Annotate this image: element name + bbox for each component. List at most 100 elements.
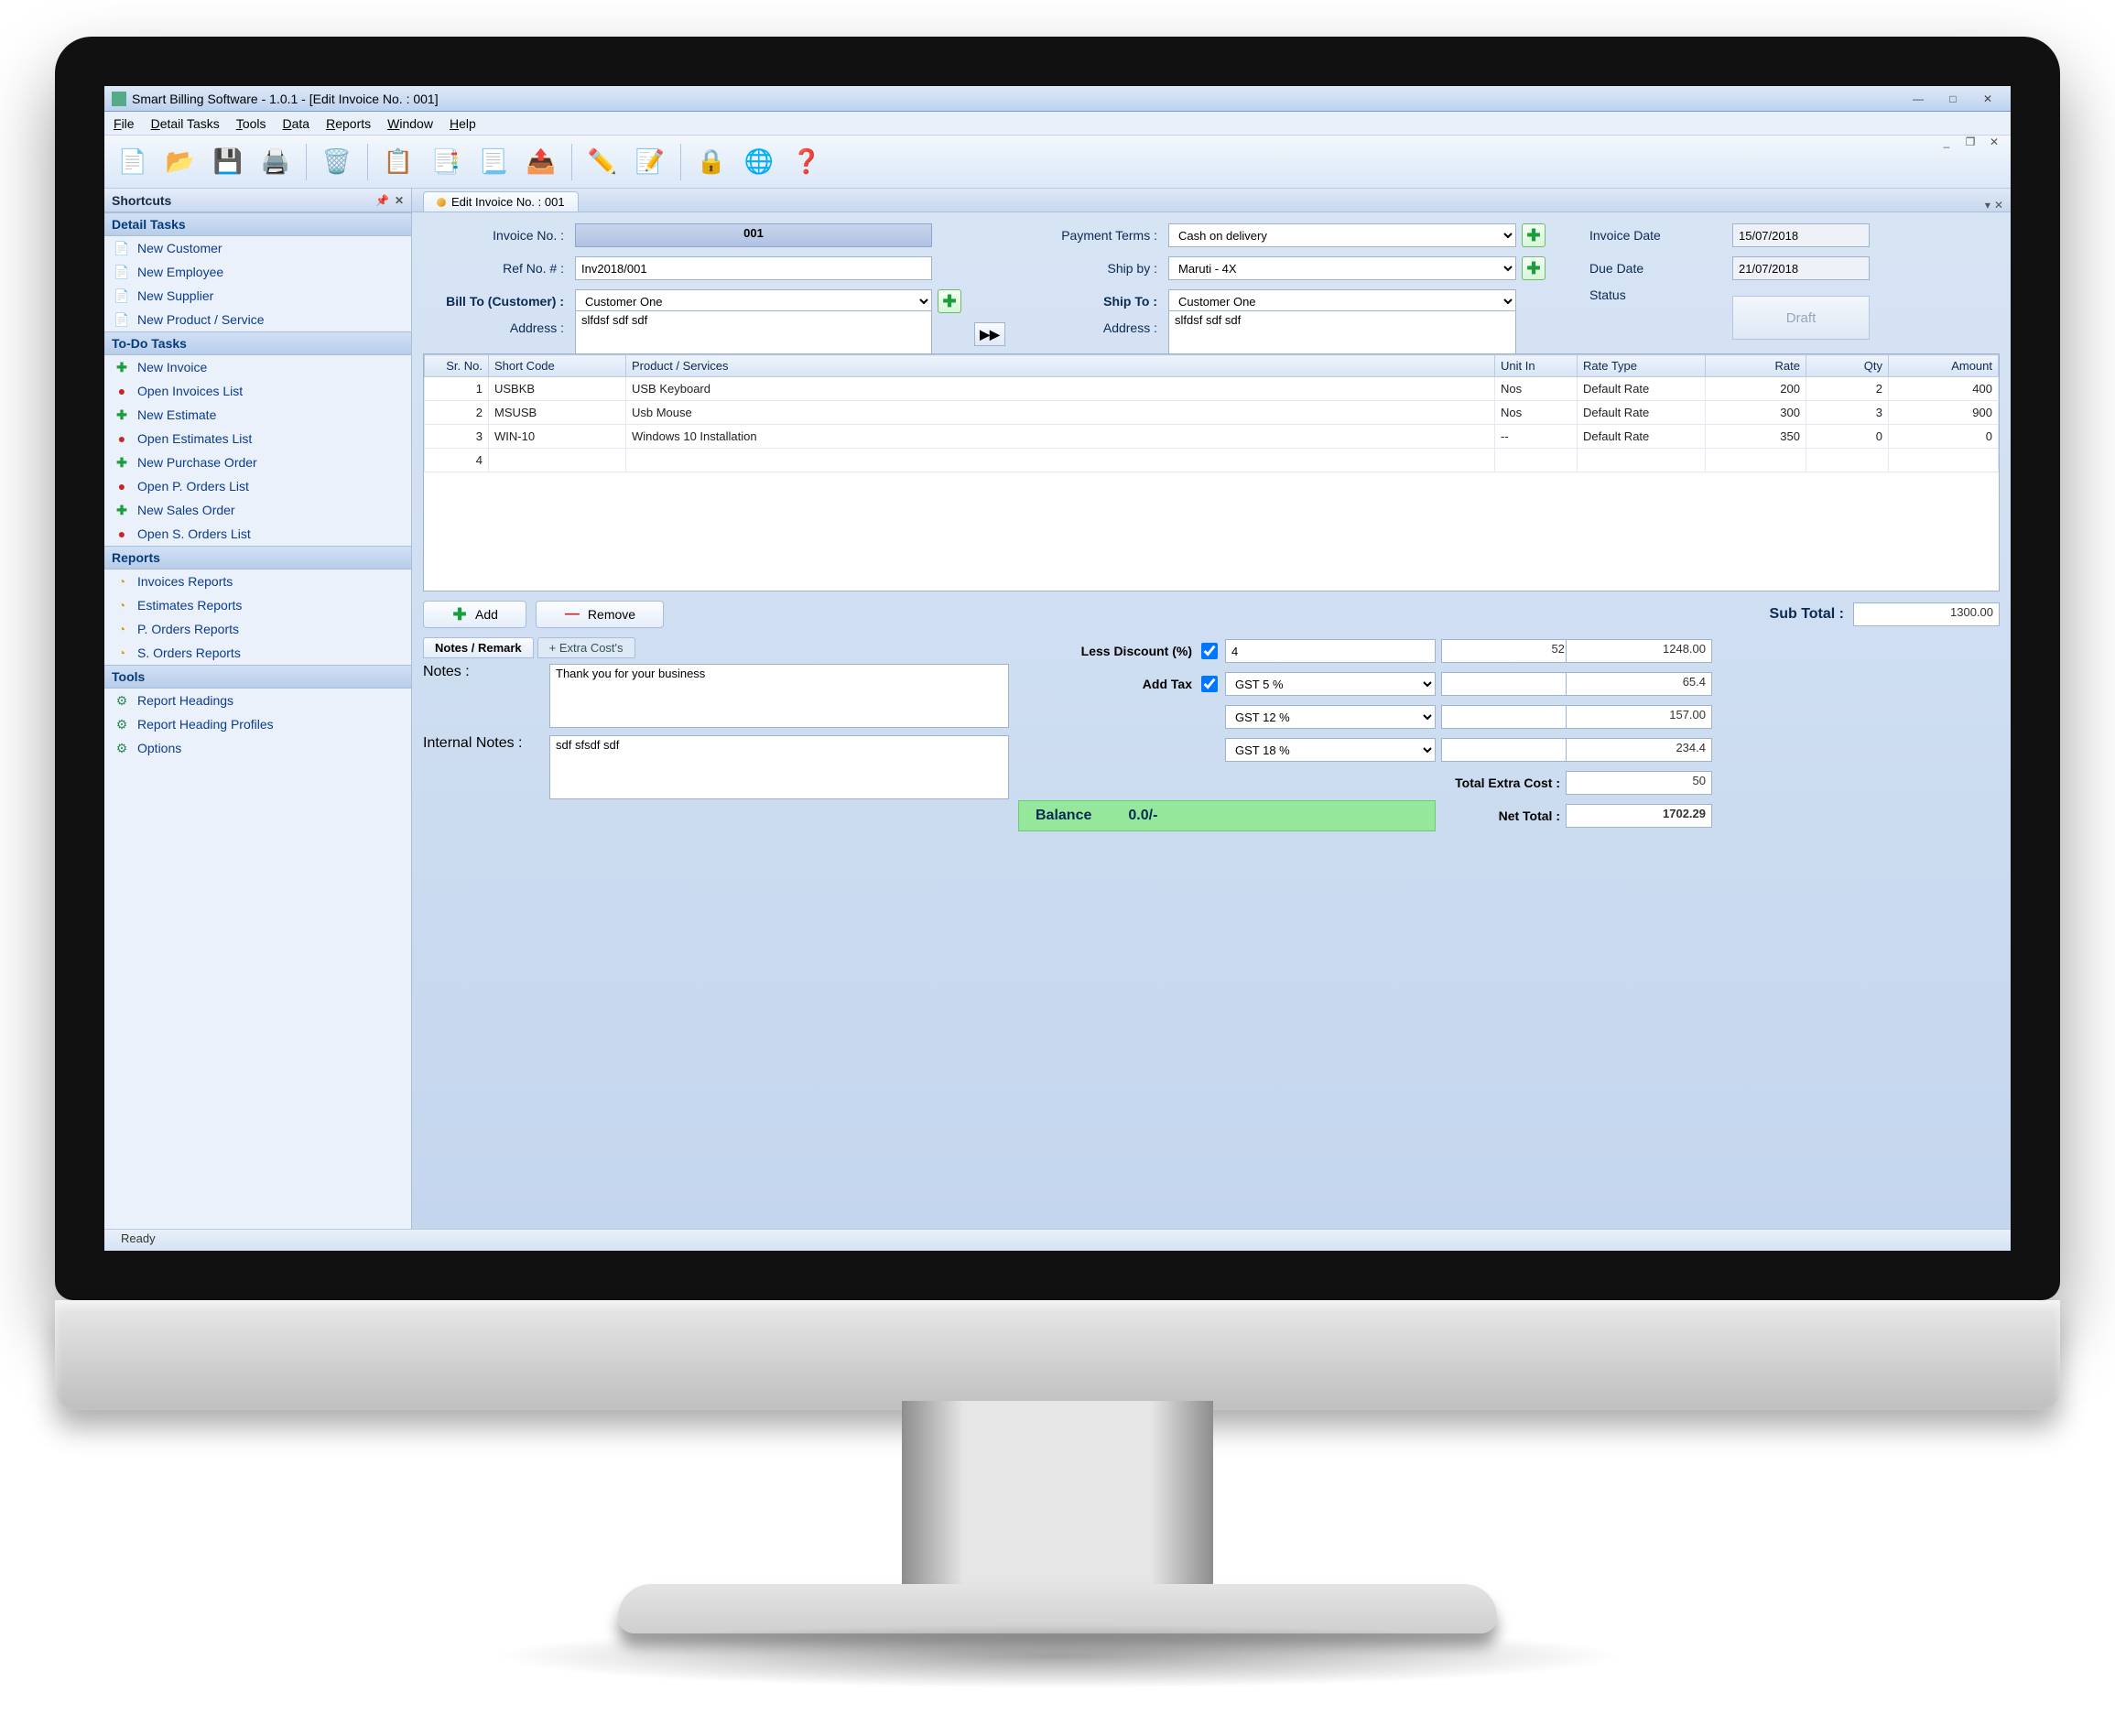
- ship-by-select[interactable]: Maruti - 4X: [1168, 256, 1516, 280]
- tab-pin-icon[interactable]: ▾: [1985, 199, 1990, 212]
- close-button[interactable]: ✕: [1972, 92, 2003, 106]
- ref-no-field[interactable]: [575, 256, 932, 280]
- panel-close-icon[interactable]: ✕: [395, 194, 404, 207]
- address-textarea[interactable]: [575, 310, 932, 358]
- menu-help[interactable]: Help: [450, 116, 476, 131]
- note-icon[interactable]: 📝: [629, 141, 671, 183]
- sidebar-po-reports[interactable]: ◔P. Orders Reports: [104, 617, 411, 641]
- col-unit[interactable]: Unit In: [1495, 355, 1578, 377]
- add-line-button[interactable]: ✚Add: [423, 601, 526, 628]
- col-rate[interactable]: Rate: [1706, 355, 1806, 377]
- extra-cost-value: 50: [1566, 771, 1712, 795]
- discount-checkbox[interactable]: [1201, 643, 1218, 659]
- sidebar-new-estimate[interactable]: ✚New Estimate: [104, 403, 411, 427]
- remove-line-button[interactable]: —Remove: [536, 601, 664, 628]
- minimize-button[interactable]: —: [1903, 92, 1934, 106]
- tax1-select[interactable]: GST 5 %: [1225, 672, 1436, 696]
- ship-by-label: Ship by :: [1035, 261, 1163, 276]
- sidebar-new-employee[interactable]: 📄New Employee: [104, 260, 411, 284]
- group-reports[interactable]: Reports: [104, 546, 411, 570]
- edit-icon[interactable]: ✏️: [581, 141, 624, 183]
- menu-detail-tasks[interactable]: Detail Tasks: [151, 116, 220, 131]
- sidebar-new-product[interactable]: 📄New Product / Service: [104, 308, 411, 331]
- status-text: Ready: [121, 1231, 156, 1245]
- sidebar-new-supplier[interactable]: 📄New Supplier: [104, 284, 411, 308]
- line-items-table[interactable]: Sr. No. Short Code Product / Services Un…: [423, 353, 2000, 591]
- sidebar-open-po[interactable]: ●Open P. Orders List: [104, 474, 411, 498]
- sidebar-open-estimates[interactable]: ●Open Estimates List: [104, 427, 411, 450]
- col-short[interactable]: Short Code: [489, 355, 626, 377]
- add-payment-term-button[interactable]: ✚: [1522, 223, 1546, 247]
- pin-icon[interactable]: 📌: [375, 194, 389, 207]
- sidebar-options[interactable]: ⚙Options: [104, 736, 411, 760]
- group-tools[interactable]: Tools: [104, 665, 411, 689]
- open-icon[interactable]: 📂: [159, 141, 201, 183]
- list3-icon[interactable]: 📃: [472, 141, 515, 183]
- sidebar-new-so[interactable]: ✚New Sales Order: [104, 498, 411, 522]
- lock-icon[interactable]: 🔒: [690, 141, 732, 183]
- tax2-select[interactable]: GST 12 %: [1225, 705, 1436, 729]
- due-date-field[interactable]: [1732, 256, 1870, 280]
- maximize-button[interactable]: □: [1937, 92, 1969, 106]
- list1-icon[interactable]: 📋: [377, 141, 419, 183]
- col-qty[interactable]: Qty: [1806, 355, 1889, 377]
- col-amount[interactable]: Amount: [1889, 355, 1999, 377]
- sidebar-open-invoices[interactable]: ●Open Invoices List: [104, 379, 411, 403]
- invoice-no-value: 001: [575, 223, 932, 247]
- sidebar-report-headings[interactable]: ⚙Report Headings: [104, 689, 411, 712]
- sidebar-estimate-reports[interactable]: ◔Estimates Reports: [104, 593, 411, 617]
- tab-notes-remark[interactable]: Notes / Remark: [423, 637, 534, 658]
- sidebar-so-reports[interactable]: ◔S. Orders Reports: [104, 641, 411, 665]
- status-button[interactable]: Draft: [1732, 296, 1870, 340]
- save-icon[interactable]: 💾: [207, 141, 249, 183]
- subtotal-label: Sub Total :: [1770, 606, 1844, 623]
- col-sr[interactable]: Sr. No.: [425, 355, 489, 377]
- table-row[interactable]: 1USBKBUSB KeyboardNosDefault Rate2002400: [425, 377, 1999, 401]
- sidebar-new-invoice[interactable]: ✚New Invoice: [104, 355, 411, 379]
- mdi-minimize-button[interactable]: _: [1936, 136, 1958, 148]
- group-todo-tasks[interactable]: To-Do Tasks: [104, 331, 411, 355]
- invoice-date-field[interactable]: [1732, 223, 1870, 247]
- export-icon[interactable]: 📤: [520, 141, 562, 183]
- help-icon[interactable]: ❓: [786, 141, 828, 183]
- subtotal-value: 1300.00: [1853, 602, 2000, 626]
- menu-window[interactable]: Window: [387, 116, 433, 131]
- print-icon[interactable]: 🖨️: [255, 141, 297, 183]
- delete-icon[interactable]: 🗑️: [316, 141, 358, 183]
- bill-to-label: Bill To (Customer) :: [423, 294, 569, 309]
- internal-notes-textarea[interactable]: [549, 735, 1009, 799]
- tab-edit-invoice[interactable]: Edit Invoice No. : 001: [423, 191, 579, 212]
- table-row[interactable]: 4: [425, 449, 1999, 472]
- menu-data[interactable]: Data: [283, 116, 310, 131]
- mdi-close-button[interactable]: ✕: [1983, 136, 2005, 148]
- payment-terms-select[interactable]: Cash on delivery: [1168, 223, 1516, 247]
- add-customer-button[interactable]: ✚: [938, 289, 961, 313]
- table-row[interactable]: 2MSUSBUsb MouseNosDefault Rate3003900: [425, 401, 1999, 425]
- group-detail-tasks[interactable]: Detail Tasks: [104, 212, 411, 236]
- sidebar-new-customer[interactable]: 📄New Customer: [104, 236, 411, 260]
- discount-pct-field[interactable]: [1225, 639, 1436, 663]
- col-product[interactable]: Product / Services: [626, 355, 1495, 377]
- mdi-restore-button[interactable]: ❐: [1959, 136, 1981, 148]
- addtax-checkbox[interactable]: [1201, 676, 1218, 692]
- menu-tools[interactable]: Tools: [236, 116, 266, 131]
- invoice-date-label: Invoice Date: [1589, 228, 1727, 243]
- tab-extra-costs[interactable]: + Extra Cost's: [537, 637, 635, 658]
- sidebar-invoice-reports[interactable]: ◔Invoices Reports: [104, 570, 411, 593]
- menu-file[interactable]: File: [114, 116, 135, 131]
- notes-textarea[interactable]: [549, 664, 1009, 728]
- menu-reports[interactable]: Reports: [326, 116, 371, 131]
- copy-address-button[interactable]: ▶▶: [974, 322, 1005, 346]
- table-row[interactable]: 3WIN-10Windows 10 Installation--Default …: [425, 425, 1999, 449]
- ship-address-textarea[interactable]: [1168, 310, 1516, 358]
- globe-icon[interactable]: 🌐: [738, 141, 780, 183]
- tab-close-icon[interactable]: ✕: [1994, 199, 2003, 212]
- col-ratetype[interactable]: Rate Type: [1578, 355, 1706, 377]
- sidebar-new-po[interactable]: ✚New Purchase Order: [104, 450, 411, 474]
- list2-icon[interactable]: 📑: [425, 141, 467, 183]
- add-shipper-button[interactable]: ✚: [1522, 256, 1546, 280]
- sidebar-open-so[interactable]: ●Open S. Orders List: [104, 522, 411, 546]
- new-icon[interactable]: 📄: [112, 141, 154, 183]
- tax3-select[interactable]: GST 18 %: [1225, 738, 1436, 762]
- sidebar-report-profiles[interactable]: ⚙Report Heading Profiles: [104, 712, 411, 736]
